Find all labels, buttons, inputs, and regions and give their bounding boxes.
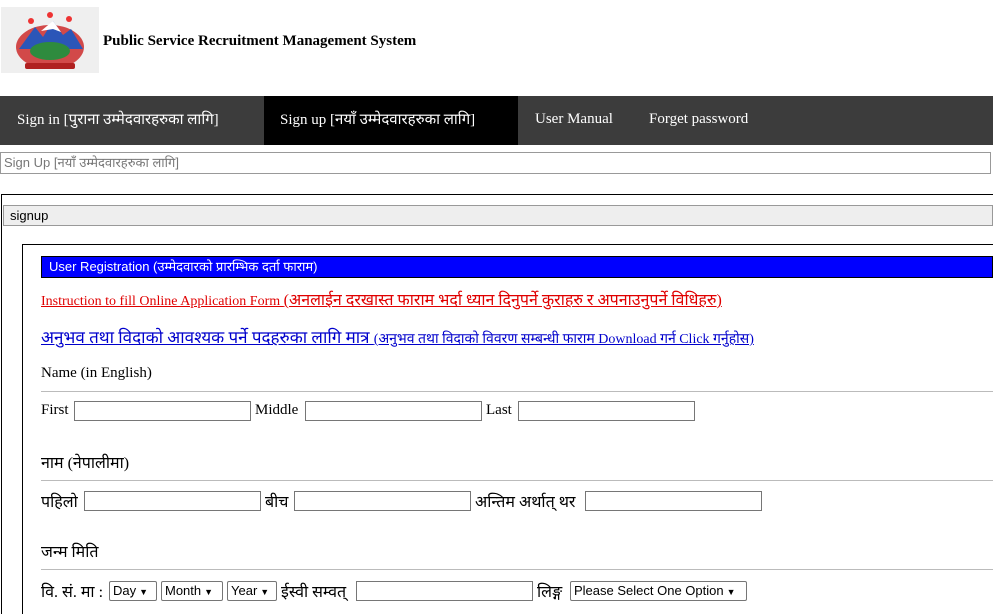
nav-sign-in[interactable]: Sign in [पुराना उम्मेदवारहरुका लागि] — [0, 96, 264, 145]
np-last-name-label: अन्तिम अर्थात् थर — [475, 494, 576, 511]
np-middle-name-label: बीच — [265, 494, 289, 511]
experience-link-rest: (अनुभव तथा विदाको विवरण सम्बन्धी फाराम D… — [373, 332, 754, 347]
instruction-link[interactable]: Instruction to fill Online Application F… — [41, 288, 722, 310]
chevron-down-icon: ▼ — [726, 587, 736, 597]
chevron-down-icon: ▼ — [139, 587, 149, 597]
gender-label: लिङ्ग — [537, 584, 563, 601]
gender-select[interactable]: Please Select One Option ▼ — [570, 581, 747, 601]
nav-forget-password[interactable]: Forget password — [649, 96, 748, 145]
name-nepali-label: नाम (नेपालीमा) — [41, 455, 130, 472]
divider — [41, 391, 993, 392]
first-name-label: First — [41, 402, 69, 418]
nav-sign-up[interactable]: Sign up [नयाँ उम्मेदवारहरुका लागि] — [264, 96, 518, 145]
nepal-emblem-logo — [1, 7, 99, 73]
day-select-value: Day — [113, 583, 137, 598]
dob-label: जन्म मिति — [41, 544, 99, 561]
instruction-link-np: (अनलाईन दरखास्त फाराम भर्दा ध्यान दिनुपर… — [283, 292, 722, 309]
bs-date-label: वि. सं. मा : — [41, 584, 104, 601]
ad-date-input[interactable] — [356, 581, 533, 601]
month-select-value: Month — [165, 583, 202, 598]
day-select[interactable]: Day ▼ — [109, 581, 157, 601]
main-nav: Sign in [पुराना उम्मेदवारहरुका लागि] Sig… — [0, 96, 993, 145]
divider — [41, 480, 993, 481]
breadcrumb: Sign Up [नयाँ उम्मेदवारहरुका लागि] — [0, 152, 991, 174]
instruction-link-en: Instruction to fill Online Application F… — [41, 294, 284, 309]
np-first-name-input[interactable] — [84, 491, 261, 511]
registration-header: User Registration (उम्मेदवारको प्रारम्भि… — [41, 256, 993, 278]
name-english-label: Name (in English) — [41, 365, 152, 381]
section-bar: signup — [3, 205, 993, 226]
experience-form-link[interactable]: अनुभव तथा विदाको आवश्यक पर्ने पदहरुका ला… — [41, 325, 754, 348]
first-name-input[interactable] — [74, 401, 251, 421]
ad-date-label: ईस्वी सम्वत् — [281, 584, 347, 601]
last-name-input[interactable] — [518, 401, 695, 421]
np-middle-name-input[interactable] — [294, 491, 471, 511]
np-last-name-input[interactable] — [585, 491, 762, 511]
nepal-emblem-icon — [16, 12, 84, 69]
month-select[interactable]: Month ▼ — [161, 581, 223, 601]
middle-name-input[interactable] — [305, 401, 482, 421]
app-title: Public Service Recruitment Management Sy… — [103, 33, 417, 49]
last-name-label: Last — [486, 402, 512, 418]
year-select-value: Year — [231, 583, 258, 598]
np-first-name-label: पहिलो — [41, 494, 78, 511]
experience-link-np: अनुभव तथा विदाको आवश्यक पर्ने पदहरुका ला… — [41, 328, 374, 347]
chevron-down-icon: ▼ — [260, 587, 270, 597]
middle-name-label: Middle — [255, 402, 299, 418]
chevron-down-icon: ▼ — [204, 587, 214, 597]
divider — [41, 569, 993, 570]
nav-user-manual[interactable]: User Manual — [535, 96, 613, 145]
year-select[interactable]: Year ▼ — [227, 581, 277, 601]
gender-select-value: Please Select One Option — [574, 583, 724, 598]
